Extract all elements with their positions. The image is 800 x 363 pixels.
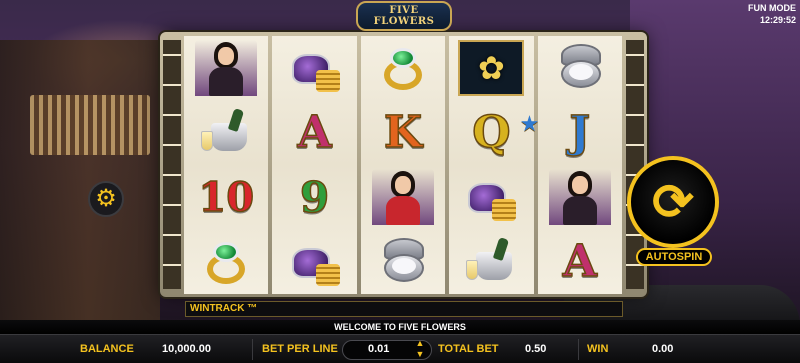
reels: 10 A 9 K ✿ Q ★ J A (184, 36, 623, 295)
mode-indicator: FUN MODE 12:29:52 (748, 2, 796, 26)
gear-icon: ⚙ (95, 185, 117, 212)
symbol-9: 9 (272, 165, 356, 230)
total-bet-value: 0.50 (525, 343, 547, 355)
symbol-champagne-bucket (184, 101, 268, 166)
logo-line-2: FLOWERS (373, 16, 435, 27)
reel-4: ✿ Q (449, 36, 534, 295)
symbol-lady-dark (538, 165, 622, 230)
triangle-up-icon[interactable]: ▲ (413, 338, 427, 349)
bet-stepper[interactable]: ▲ ▼ (413, 338, 427, 362)
lady-dark-icon (195, 40, 258, 97)
lady-red-icon (372, 169, 435, 226)
symbol-A: A (538, 230, 622, 295)
triangle-down-icon[interactable]: ▼ (413, 349, 427, 360)
symbol-jade-ring (184, 230, 268, 295)
purse-coins-icon (286, 42, 344, 94)
symbol-purse-coins (449, 165, 533, 230)
symbol-lady-red (361, 165, 445, 230)
autospin-label[interactable]: AUTOSPIN (636, 248, 712, 266)
symbol-flower-tile: ✿ (449, 36, 533, 101)
symbol-purse-coins (272, 230, 356, 295)
balance-label: BALANCE (80, 343, 134, 355)
jade-ring-icon (374, 42, 432, 94)
mode-label: FUN MODE (748, 3, 796, 13)
jack-symbol: J (569, 107, 591, 160)
reel-1: 10 (184, 36, 269, 295)
frame-ornament-left (163, 40, 181, 289)
game-logo: FIVE FLOWERS (356, 1, 452, 31)
symbol-silver-compact (538, 36, 622, 101)
divider (578, 339, 579, 360)
ten-symbol: 10 (198, 173, 255, 222)
purse-coins-icon (462, 171, 520, 223)
win-value: 0.00 (652, 343, 674, 355)
hud-bar: BALANCE 10,000.00 BET PER LINE 0.01 ▲ ▼ … (0, 334, 800, 363)
purse-coins-icon (286, 236, 344, 288)
lady-dark-icon (548, 169, 611, 226)
flower-tile-icon: ✿ (458, 40, 525, 97)
theatre-building (0, 40, 160, 320)
symbol-lady-dark (184, 36, 268, 101)
symbol-A: A (272, 101, 356, 166)
nine-symbol: 9 (299, 172, 330, 223)
ace-symbol: A (562, 236, 598, 289)
silver-compact-icon (374, 236, 432, 288)
autospin-button[interactable]: ⟳ (627, 156, 719, 248)
logo-line-1: FIVE (389, 5, 419, 16)
balance-value: 10,000.00 (162, 343, 211, 355)
ace-symbol: A (297, 107, 333, 160)
marquee-lights (30, 95, 150, 155)
reel-2: A 9 (272, 36, 357, 295)
silver-compact-icon (551, 42, 609, 94)
queen-symbol: Q (471, 107, 511, 160)
symbol-J: ★ J (520, 101, 622, 166)
champagne-bucket-icon (462, 236, 520, 288)
clock: 12:29:52 (759, 15, 796, 25)
symbol-purse-coins (272, 36, 356, 101)
message-bar: WELCOME TO FIVE FLOWERS (0, 320, 800, 334)
reel-3: K (360, 36, 446, 295)
jade-ring-icon (197, 236, 255, 288)
symbol-K: K (361, 101, 445, 166)
champagne-bucket-icon (197, 107, 255, 159)
king-symbol: K (383, 107, 423, 160)
symbol-silver-compact (361, 230, 445, 295)
autospin-arrows-icon: ⟳ (652, 174, 694, 230)
settings-button[interactable]: ⚙ (88, 181, 124, 217)
symbol-champagne-bucket (449, 230, 533, 295)
divider (252, 339, 253, 360)
star-icon: ★ (519, 110, 540, 136)
bet-per-line-label: BET PER LINE (262, 343, 338, 355)
win-label: WIN (587, 343, 609, 355)
wintrack-bar: WINTRACK ™ (185, 301, 623, 317)
total-bet-label: TOTAL BET (438, 343, 499, 355)
symbol-jade-ring (361, 36, 445, 101)
wintrack-label: WINTRACK ™ (190, 303, 258, 314)
reel-5: ★ J A (520, 36, 623, 295)
bet-per-line-value: 0.01 (368, 343, 390, 355)
symbol-10: 10 (184, 165, 268, 230)
